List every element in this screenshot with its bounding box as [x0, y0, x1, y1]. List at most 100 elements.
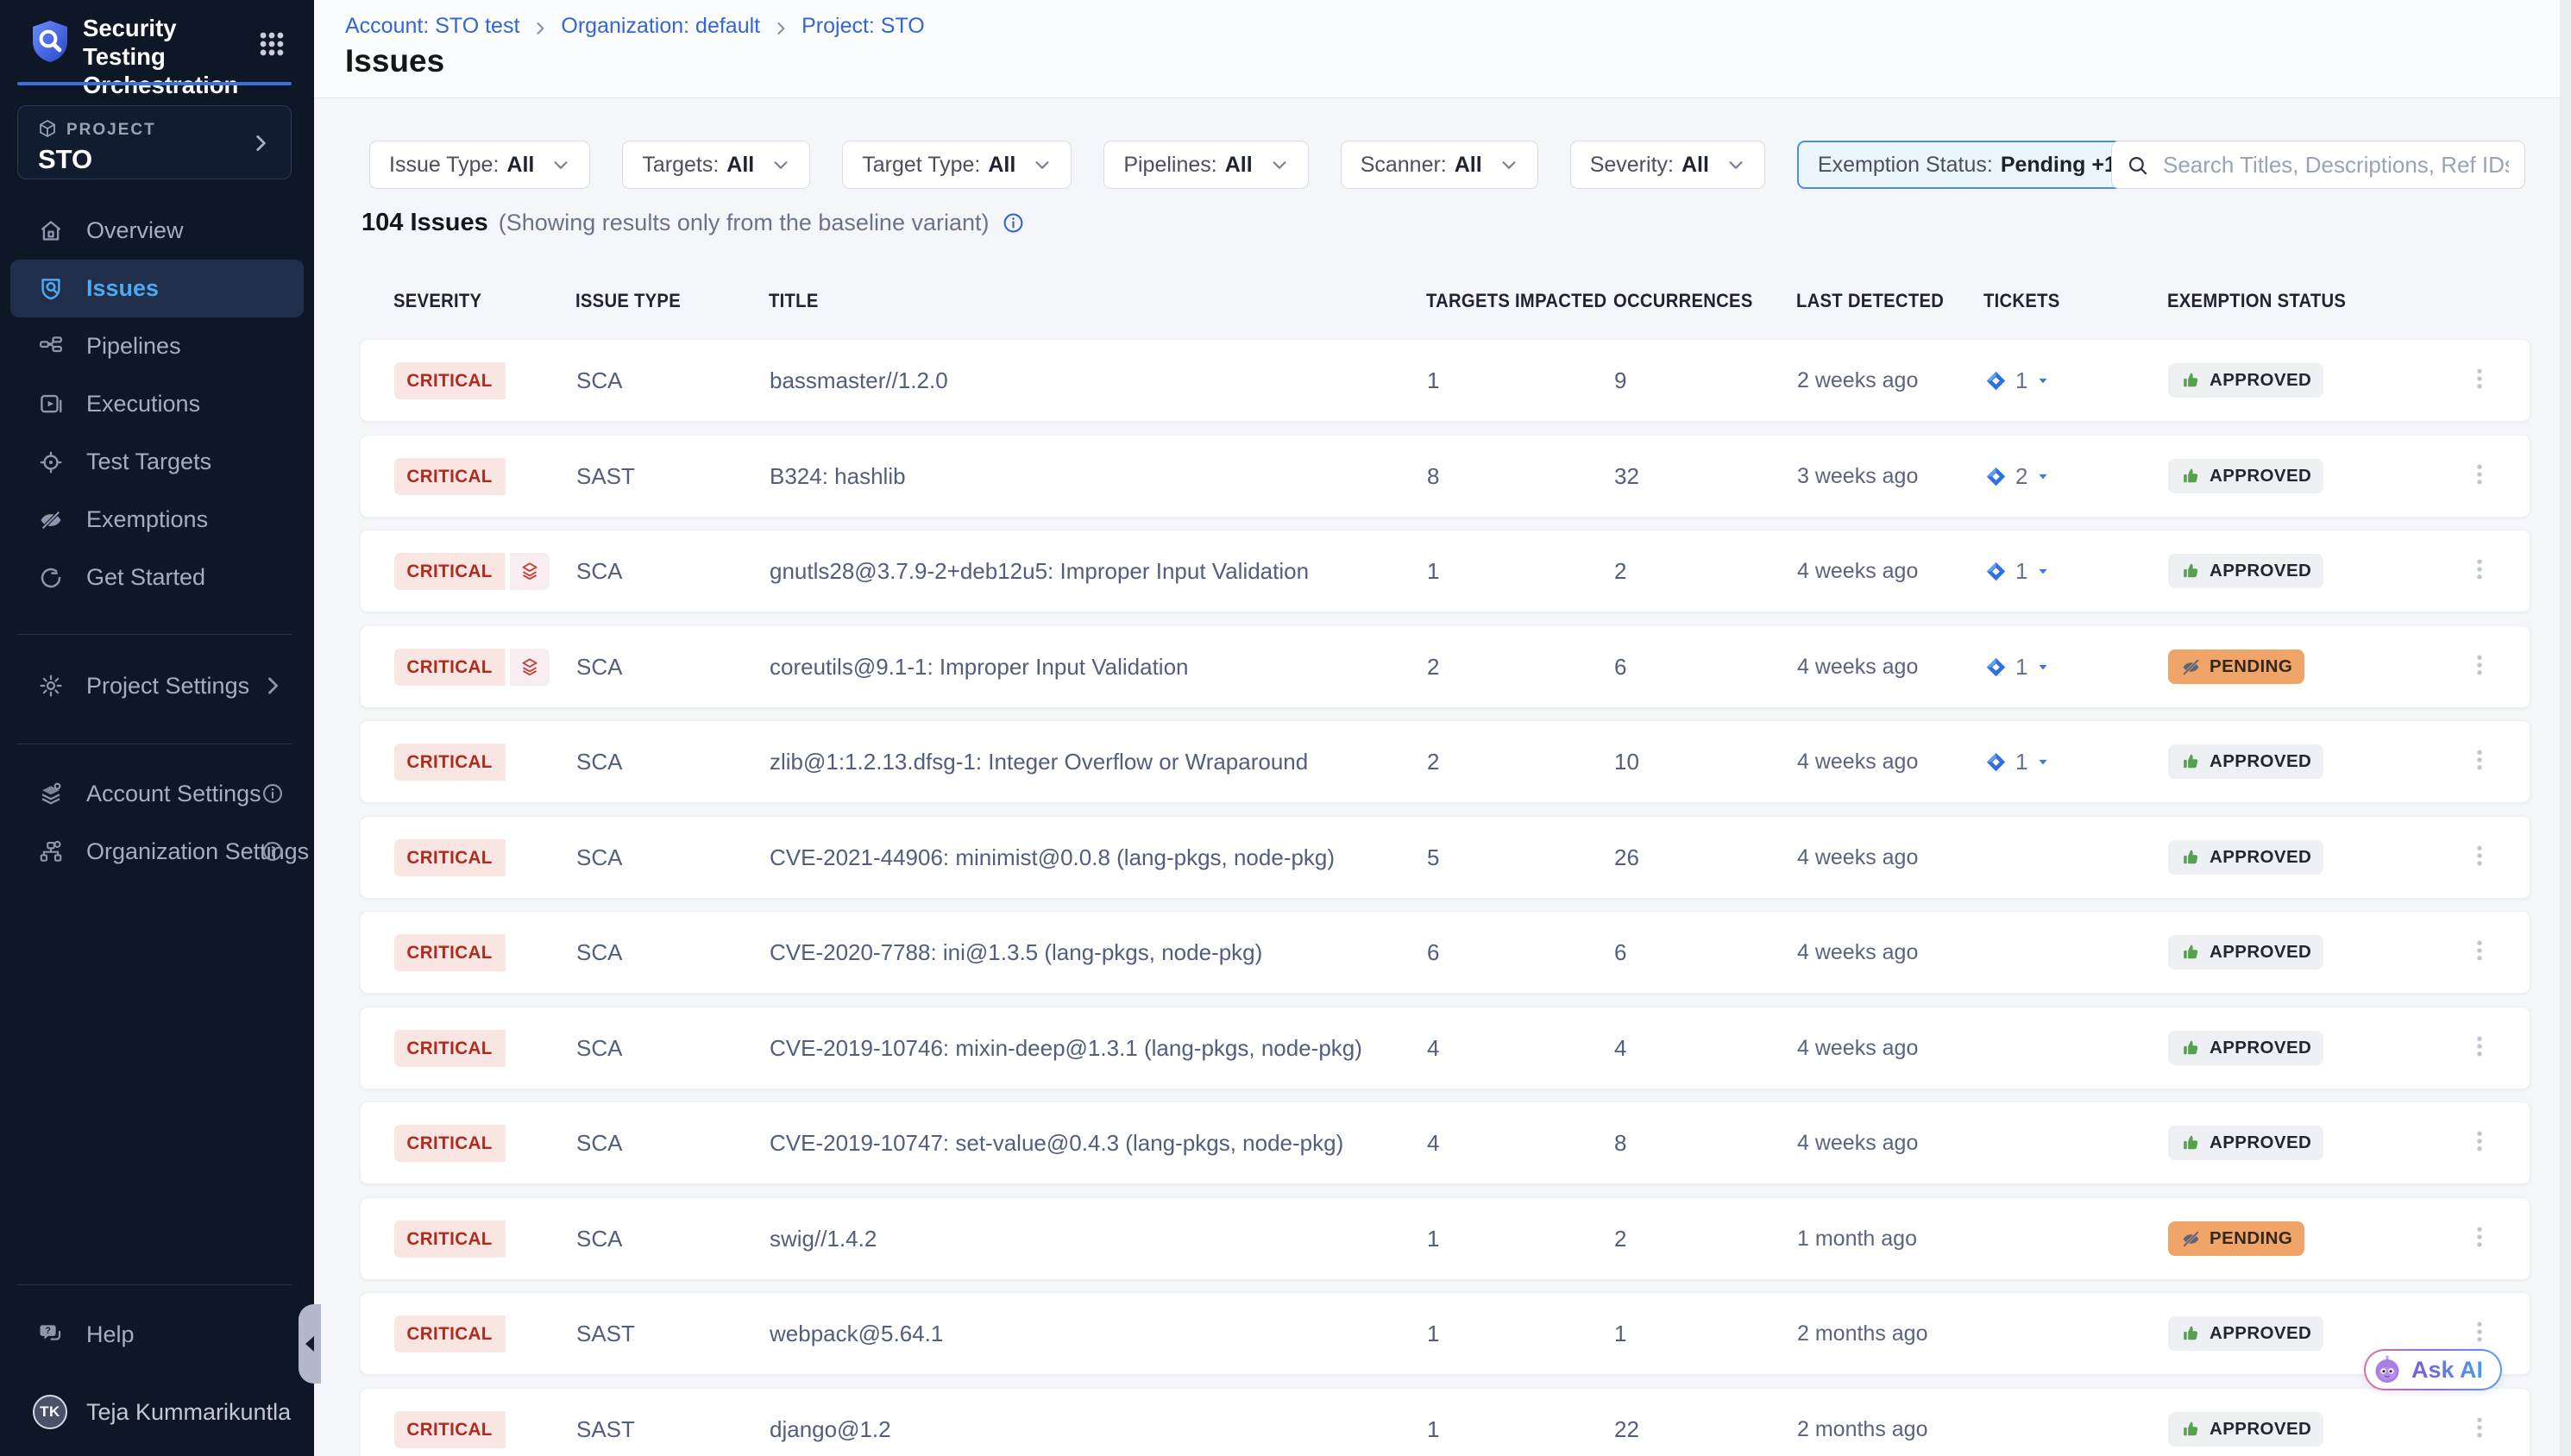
- project-selector[interactable]: PROJECT STO: [17, 105, 292, 179]
- status-badge: APPROVED: [2168, 554, 2323, 588]
- ticket-link[interactable]: 1: [1984, 367, 2052, 394]
- filter-target-type[interactable]: Target Type:All: [842, 141, 1072, 189]
- caret-down-icon[interactable]: [2034, 658, 2052, 675]
- table-row[interactable]: CRITICALSCAcoreutils@9.1-1: Improper Inp…: [360, 625, 2530, 708]
- table-row[interactable]: CRITICALSCAgnutls28@3.7.9-2+deb12u5: Imp…: [360, 530, 2530, 612]
- caret-down-icon[interactable]: [2034, 468, 2052, 485]
- row-menu-button[interactable]: [2462, 721, 2497, 802]
- ticket-link[interactable]: 2: [1984, 463, 2052, 490]
- home-icon: [38, 218, 64, 244]
- ticket-count: 1: [2015, 654, 2027, 681]
- last-detected-cell: 4 weeks ago: [1797, 817, 1918, 898]
- row-menu-button[interactable]: [2462, 1198, 2497, 1279]
- table-row[interactable]: CRITICALSCAswig//1.4.2121 month agoPENDI…: [360, 1197, 2530, 1280]
- search-input[interactable]: [2161, 151, 2511, 179]
- issue-title-cell[interactable]: bassmaster//1.2.0: [770, 340, 948, 421]
- filter-severity[interactable]: Severity:All: [1570, 141, 1765, 189]
- severity-cell: CRITICAL: [394, 721, 510, 802]
- issue-title-cell[interactable]: coreutils@9.1-1: Improper Input Validati…: [770, 626, 1189, 707]
- filter-targets[interactable]: Targets:All: [622, 141, 810, 189]
- user-name: Teja Kummarikuntla: [86, 1399, 291, 1426]
- filter-issue-type[interactable]: Issue Type:All: [369, 141, 590, 189]
- sidebar-item-exemptions[interactable]: Exemptions: [0, 491, 314, 549]
- issue-title-cell[interactable]: CVE-2020-7788: ini@1.3.5 (lang-pkgs, nod…: [770, 912, 1262, 993]
- breadcrumb-link[interactable]: Account: STO test: [345, 14, 519, 39]
- layers-icon: [510, 649, 550, 686]
- severity-cell: CRITICAL: [394, 1007, 510, 1089]
- sidebar-collapse-handle[interactable]: [299, 1304, 321, 1384]
- sidebar-item-project-settings[interactable]: Project Settings: [0, 657, 314, 714]
- table-row[interactable]: CRITICALSASTdjango@1.21222 months agoAPP…: [360, 1388, 2530, 1456]
- table-row[interactable]: CRITICALSCACVE-2021-44906: minimist@0.0.…: [360, 816, 2530, 899]
- occurrences-cell: 8: [1614, 1102, 1626, 1183]
- row-menu-button[interactable]: [2462, 817, 2497, 898]
- kebab-icon: [2467, 366, 2492, 396]
- caret-down-icon[interactable]: [2034, 372, 2052, 389]
- row-menu-button[interactable]: [2462, 436, 2497, 517]
- info-icon[interactable]: [261, 839, 285, 863]
- row-menu-button[interactable]: [2462, 340, 2497, 421]
- table-row[interactable]: CRITICALSASTwebpack@5.64.1112 months ago…: [360, 1292, 2530, 1375]
- status-badge: APPROVED: [2168, 840, 2323, 875]
- issue-title-cell[interactable]: gnutls28@3.7.9-2+deb12u5: Improper Input…: [770, 530, 1309, 612]
- sidebar-item-test-targets[interactable]: Test Targets: [0, 433, 314, 491]
- row-menu-button[interactable]: [2462, 1007, 2497, 1089]
- status-label: APPROVED: [2210, 561, 2311, 581]
- issue-title-cell[interactable]: webpack@5.64.1: [770, 1293, 943, 1374]
- caret-down-icon[interactable]: [2034, 562, 2052, 580]
- project-name: STO: [38, 144, 92, 175]
- table-row[interactable]: CRITICALSASTB324: hashlib8323 weeks ago2…: [360, 435, 2530, 518]
- app-title: Security Testing Orchestration: [83, 14, 260, 99]
- row-menu-button[interactable]: [2462, 912, 2497, 993]
- sidebar-item-account-settings[interactable]: Account Settings: [0, 765, 314, 822]
- sidebar-item-help[interactable]: ? Help: [0, 1306, 314, 1363]
- issue-title-cell[interactable]: CVE-2021-44906: minimist@0.0.8 (lang-pkg…: [770, 817, 1335, 898]
- table-row[interactable]: CRITICALSCAbassmaster//1.2.0192 weeks ag…: [360, 339, 2530, 422]
- jira-ticket-icon: [1984, 369, 2008, 392]
- sidebar-item-issues[interactable]: Issues: [10, 260, 304, 317]
- caret-down-icon[interactable]: [2034, 753, 2052, 770]
- breadcrumb-link[interactable]: Project: STO: [801, 14, 925, 39]
- issue-title-cell[interactable]: CVE-2019-10747: set-value@0.4.3 (lang-pk…: [770, 1102, 1343, 1183]
- accent-divider: [17, 82, 292, 85]
- scrollbar[interactable]: [2560, 0, 2571, 1456]
- app-switcher-grid-icon[interactable]: [257, 29, 286, 59]
- occurrences-cell: 1: [1614, 1293, 1626, 1374]
- info-icon[interactable]: [261, 781, 285, 806]
- row-menu-button[interactable]: [2462, 1102, 2497, 1183]
- ticket-link[interactable]: 1: [1984, 558, 2052, 585]
- issue-title-cell[interactable]: django@1.2: [770, 1389, 891, 1456]
- row-menu-button[interactable]: [2462, 626, 2497, 707]
- jira-ticket-icon: [1984, 750, 2008, 774]
- thumbs-up-icon: [2180, 466, 2202, 487]
- filter-scanner[interactable]: Scanner:All: [1341, 141, 1538, 189]
- ticket-link[interactable]: 1: [1984, 749, 2052, 775]
- issue-title-cell[interactable]: swig//1.4.2: [770, 1198, 877, 1279]
- sidebar-item-organization-settings[interactable]: Organization Settings: [0, 823, 314, 880]
- table-row[interactable]: CRITICALSCACVE-2020-7788: ini@1.3.5 (lan…: [360, 911, 2530, 994]
- issue-title-cell[interactable]: CVE-2019-10746: mixin-deep@1.3.1 (lang-p…: [770, 1007, 1362, 1089]
- table-row[interactable]: CRITICALSCACVE-2019-10746: mixin-deep@1.…: [360, 1007, 2530, 1089]
- issue-title-cell[interactable]: zlib@1:1.2.13.dfsg-1: Integer Overflow o…: [770, 721, 1308, 802]
- sidebar-item-overview[interactable]: Overview: [0, 202, 314, 260]
- occurrences-cell: 10: [1614, 721, 1639, 802]
- sidebar-item-executions[interactable]: Executions: [0, 375, 314, 433]
- sidebar-item-get-started[interactable]: Get Started: [0, 549, 314, 606]
- filter-pipelines[interactable]: Pipelines:All: [1103, 141, 1308, 189]
- severity-badge: CRITICAL: [394, 1411, 510, 1448]
- filter-label: Exemption Status:: [1818, 153, 1993, 178]
- row-menu-button[interactable]: [2462, 530, 2497, 612]
- info-icon[interactable]: [1002, 211, 1025, 235]
- user-profile[interactable]: TK Teja Kummarikuntla: [0, 1385, 314, 1439]
- issue-type-cell: SCA: [576, 721, 622, 802]
- issue-title-cell[interactable]: B324: hashlib: [770, 436, 906, 517]
- sidebar-item-pipelines[interactable]: Pipelines: [0, 317, 314, 375]
- status-badge: PENDING: [2168, 1221, 2304, 1256]
- page-title: Issues: [345, 43, 444, 79]
- breadcrumb-link[interactable]: Organization: default: [561, 14, 760, 39]
- row-menu-button[interactable]: [2462, 1389, 2497, 1456]
- ask-ai-button[interactable]: Ask AI: [2364, 1349, 2502, 1390]
- table-row[interactable]: CRITICAL SCA zlib@1:1.2.13.dfsg-1: Integer…: [360, 720, 2530, 803]
- table-row[interactable]: CRITICALSCACVE-2019-10747: set-value@0.4…: [360, 1101, 2530, 1184]
- ticket-link[interactable]: 1: [1984, 654, 2052, 681]
